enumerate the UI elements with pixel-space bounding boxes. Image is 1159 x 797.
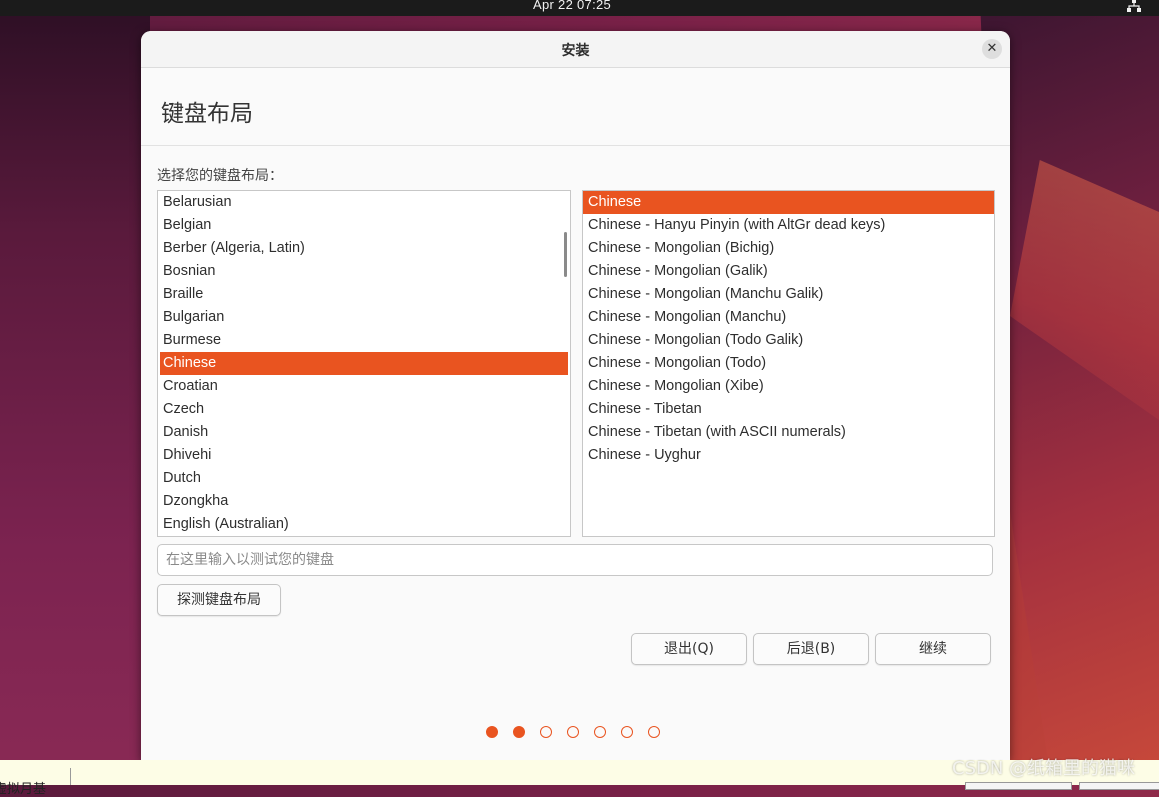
page-header: 键盘布局 [141, 68, 1010, 146]
continue-button[interactable]: 继续 [875, 633, 991, 665]
variant-list-item[interactable]: Chinese - Mongolian (Manchu) [583, 306, 994, 329]
layout-list-item[interactable]: Chinese [160, 352, 568, 375]
variant-list-item[interactable]: Chinese - Mongolian (Todo Galik) [583, 329, 994, 352]
keyboard-layout-list[interactable]: Belarusian Belgian Berber (Algeria, Latin)… [157, 190, 571, 537]
layout-list-item[interactable]: Croatian [158, 375, 570, 398]
variant-list-item[interactable]: Chinese - Uyghur [583, 444, 994, 467]
keyboard-test-input[interactable] [157, 544, 993, 576]
layout-list-item[interactable]: Dutch [158, 467, 570, 490]
layout-list-scrollbar[interactable] [564, 232, 567, 277]
progress-dot [486, 726, 498, 738]
close-button[interactable]: ✕ [982, 39, 1002, 59]
layout-list-item[interactable]: Czech [158, 398, 570, 421]
installer-window: 安装 ✕ 键盘布局 选择您的键盘布局： Belarusian Belgian Ber… [141, 31, 1010, 761]
quit-button[interactable]: 退出(Q) [631, 633, 747, 665]
layout-list-item[interactable]: Belgian [158, 214, 570, 237]
progress-dot [648, 726, 660, 738]
layout-list-item[interactable]: Burmese [158, 329, 570, 352]
page-title: 键盘布局 [161, 101, 253, 127]
layout-list-item[interactable]: Belarusian [158, 191, 570, 214]
layout-prompt: 选择您的键盘布局： [157, 168, 283, 184]
network-icon[interactable] [1126, 0, 1142, 13]
layout-list-item[interactable]: Danish [158, 421, 570, 444]
taskbar-slot [965, 782, 1072, 790]
taskbar-text: 虚拟月基 [0, 782, 47, 797]
layout-list-item[interactable]: English (Australian) [158, 513, 570, 536]
close-icon: ✕ [986, 41, 998, 56]
progress-dot [621, 726, 633, 738]
variant-list-item[interactable]: Chinese - Tibetan [583, 398, 994, 421]
progress-dot [513, 726, 525, 738]
variant-list-item[interactable]: Chinese - Mongolian (Xibe) [583, 375, 994, 398]
variant-list-item[interactable]: Chinese - Mongolian (Bichig) [583, 237, 994, 260]
top-bar: Apr 22 07:25 [0, 0, 1159, 16]
layout-list-item[interactable]: Dzongkha [158, 490, 570, 513]
back-button[interactable]: 后退(B) [753, 633, 869, 665]
layout-list-item[interactable]: Dhivehi [158, 444, 570, 467]
variant-list-item[interactable]: Chinese - Mongolian (Galik) [583, 260, 994, 283]
layout-list-item[interactable]: Berber (Algeria, Latin) [158, 237, 570, 260]
clock[interactable]: Apr 22 07:25 [533, 0, 611, 12]
watermark: CSDN @纸箱里的猫咪 [952, 758, 1136, 779]
variant-list-item[interactable]: Chinese [583, 191, 994, 214]
variant-list-item[interactable]: Chinese - Tibetan (with ASCII numerals) [583, 421, 994, 444]
title-bar[interactable]: 安装 ✕ [141, 31, 1010, 68]
variant-list-item[interactable]: Chinese - Mongolian (Manchu Galik) [583, 283, 994, 306]
variant-list-item[interactable]: Chinese - Hanyu Pinyin (with AltGr dead … [583, 214, 994, 237]
detect-layout-button[interactable]: 探测键盘布局 [157, 584, 281, 616]
variant-list-item[interactable]: Chinese - Mongolian (Todo) [583, 352, 994, 375]
taskbar-slot [1079, 782, 1159, 790]
taskbar-divider [70, 768, 71, 785]
layout-list-item[interactable]: Bosnian [158, 260, 570, 283]
window-title: 安装 [561, 43, 590, 59]
progress-dot [567, 726, 579, 738]
wallpaper-left [0, 0, 150, 785]
progress-dot [594, 726, 606, 738]
layout-list-item[interactable]: Braille [158, 283, 570, 306]
keyboard-variant-list[interactable]: Chinese Chinese - Hanyu Pinyin (with AltG… [582, 190, 995, 537]
layout-list-item[interactable]: Bulgarian [158, 306, 570, 329]
progress-dot [540, 726, 552, 738]
